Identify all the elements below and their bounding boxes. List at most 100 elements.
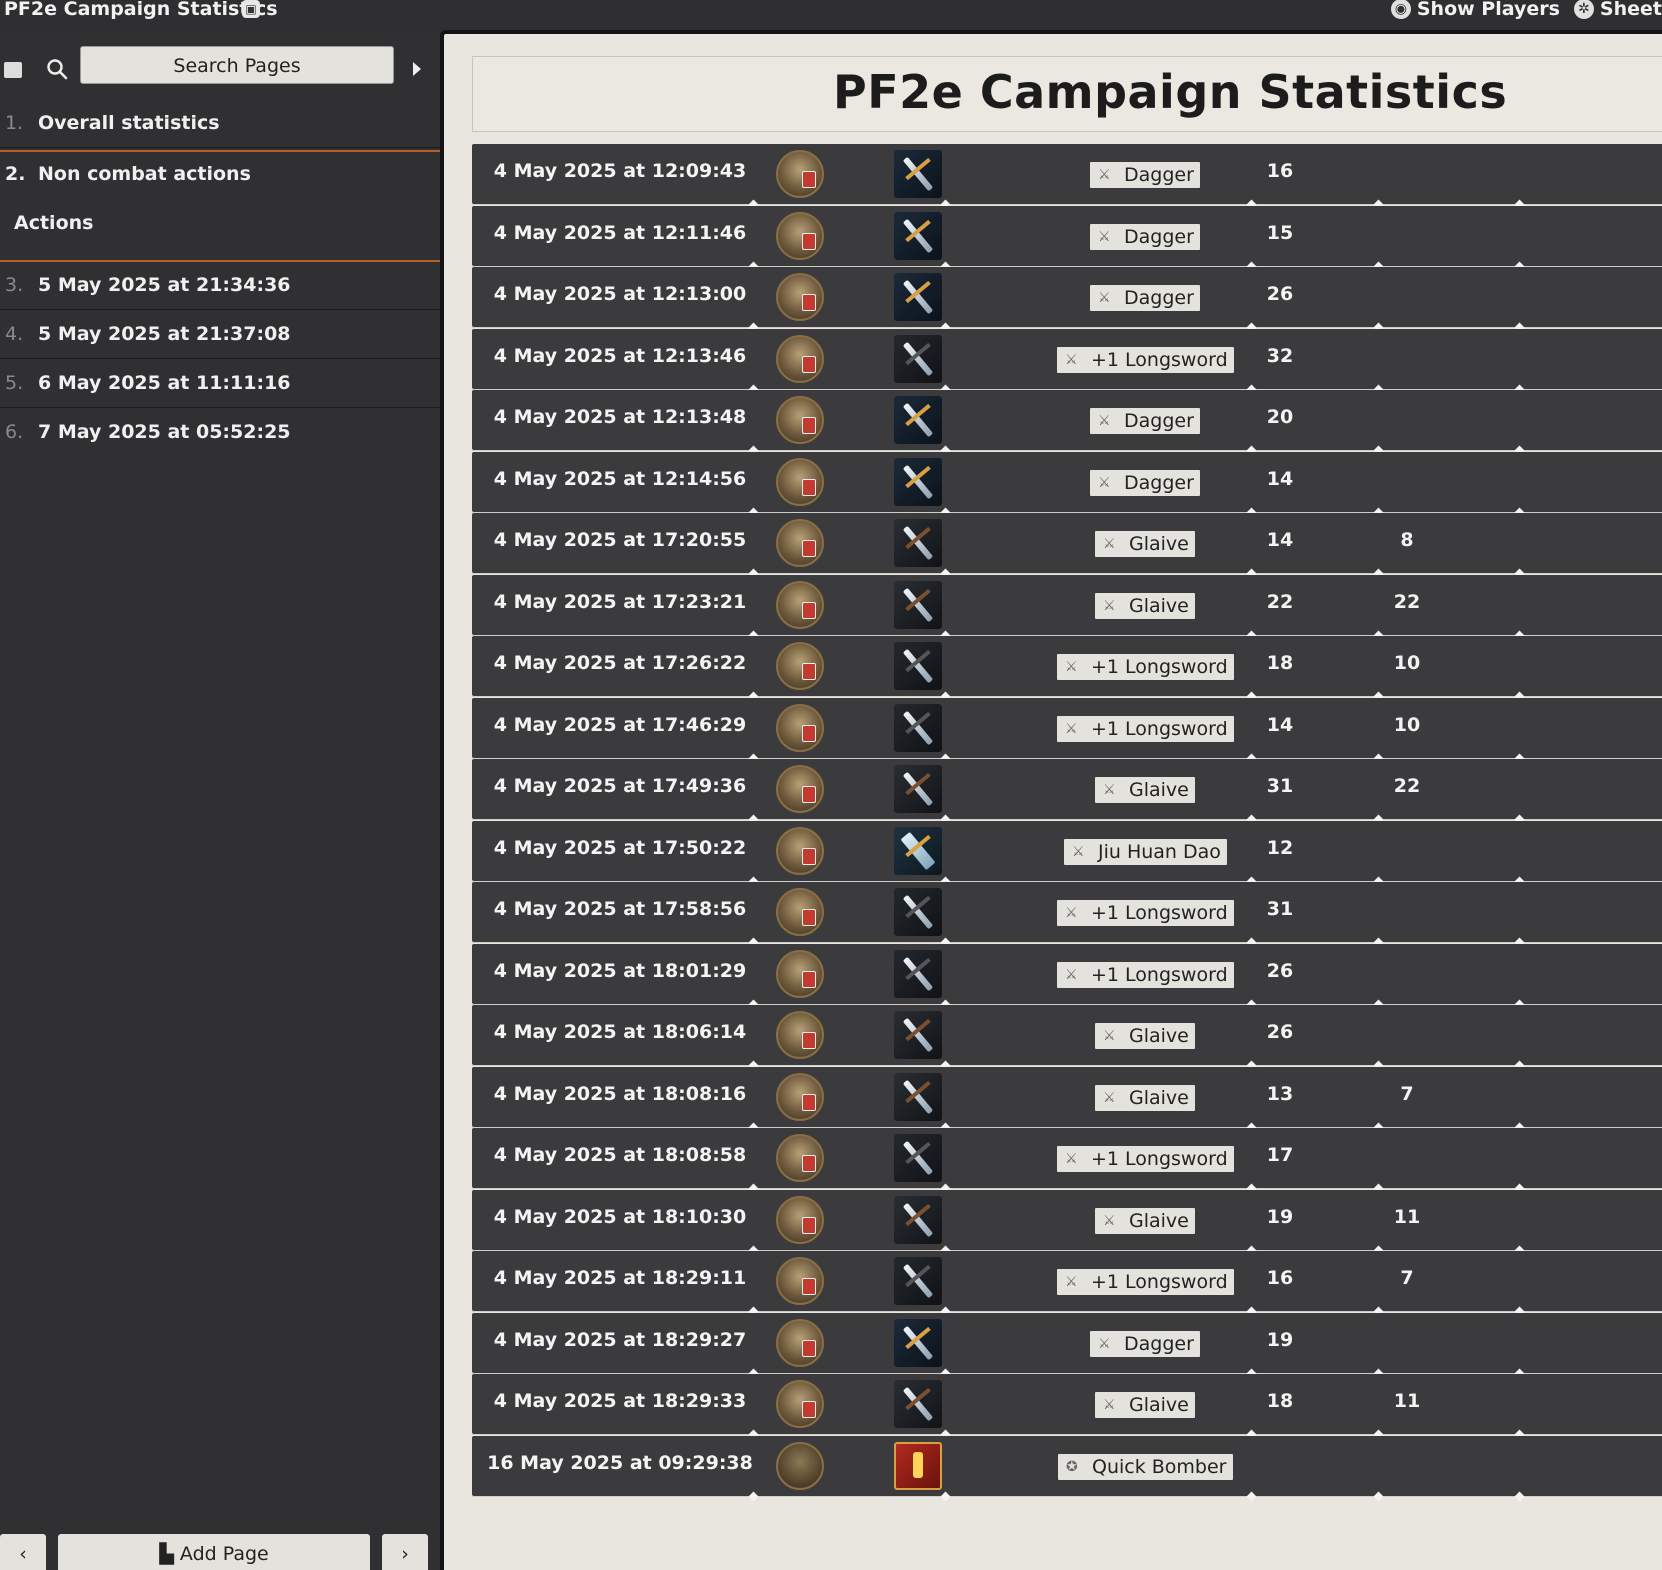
glaive-weapon-icon[interactable]	[894, 1380, 942, 1428]
actor-token-icon[interactable]	[776, 1257, 824, 1305]
glaive-weapon-icon[interactable]	[894, 1073, 942, 1121]
item-link[interactable]: ⚔ +1 Longsword	[1057, 1146, 1234, 1172]
item-name: Dagger	[1124, 1333, 1194, 1355]
glaive-weapon-icon[interactable]	[894, 1011, 942, 1059]
actor-token-icon[interactable]	[776, 396, 824, 444]
item-link[interactable]: ⚔ Dagger	[1090, 162, 1200, 188]
row-date: 4 May 2025 at 18:10:30	[493, 1206, 747, 1228]
item-link[interactable]: ⚔ +1 Longsword	[1057, 962, 1234, 988]
sword-icon: ⚔	[1103, 782, 1116, 798]
search-input[interactable]: Search Pages	[80, 46, 394, 84]
sidebar-item-page-5[interactable]: 5. 6 May 2025 at 11:11:16	[0, 360, 440, 408]
actor-token-icon[interactable]	[776, 827, 824, 875]
actor-token-icon[interactable]	[776, 1442, 824, 1490]
sidebar-item-page-6[interactable]: 6. 7 May 2025 at 05:52:25	[0, 409, 440, 457]
item-name: Glaive	[1129, 595, 1189, 617]
jiu-weapon-icon[interactable]	[894, 827, 942, 875]
item-link[interactable]: ⚔ Dagger	[1090, 285, 1200, 311]
item-link[interactable]: ⚔ Dagger	[1090, 1331, 1200, 1357]
actor-token-icon[interactable]	[776, 581, 824, 629]
item-link[interactable]: ⚔ Dagger	[1090, 408, 1200, 434]
item-link[interactable]: ⚔ Glaive	[1095, 531, 1195, 557]
actor-token-icon[interactable]	[776, 1319, 824, 1367]
actor-token-icon[interactable]	[776, 458, 824, 506]
longsword-weapon-icon[interactable]	[894, 335, 942, 383]
sword-icon: ⚔	[1103, 1213, 1116, 1229]
longsword-weapon-icon[interactable]	[894, 1134, 942, 1182]
sidebar-item-page-3[interactable]: 3. 5 May 2025 at 21:34:36	[0, 262, 440, 310]
item-link[interactable]: ⚔ Glaive	[1095, 1023, 1195, 1049]
item-name: Glaive	[1129, 779, 1189, 801]
item-link[interactable]: ⚔ Dagger	[1090, 470, 1200, 496]
show-players-button[interactable]: ◉ Show Players	[1390, 0, 1560, 20]
actor-token-icon[interactable]	[776, 335, 824, 383]
item-link[interactable]: ⚔ Glaive	[1095, 1208, 1195, 1234]
longsword-weapon-icon[interactable]	[894, 888, 942, 936]
actor-token-icon[interactable]	[776, 1196, 824, 1244]
actor-token-icon[interactable]	[776, 1011, 824, 1059]
actor-token-icon[interactable]	[776, 1073, 824, 1121]
item-link[interactable]: ⚔ Glaive	[1095, 593, 1195, 619]
roll-value: 26	[1266, 283, 1294, 305]
table-row: 4 May 2025 at 18:10:30 ⚔ Glaive 19 11	[472, 1190, 1662, 1250]
item-name: Glaive	[1129, 1210, 1189, 1232]
glaive-weapon-icon[interactable]	[894, 1196, 942, 1244]
actor-token-icon[interactable]	[776, 642, 824, 690]
glaive-weapon-icon[interactable]	[894, 581, 942, 629]
previous-page-button[interactable]: ‹	[0, 1534, 46, 1570]
glaive-weapon-icon[interactable]	[894, 765, 942, 813]
actor-token-icon[interactable]	[776, 273, 824, 321]
actor-token-icon[interactable]	[776, 765, 824, 813]
row-date: 4 May 2025 at 18:29:33	[493, 1390, 747, 1412]
sheet-button[interactable]: ✲ Sheet	[1573, 0, 1662, 20]
journal-list-icon[interactable]	[4, 62, 22, 78]
actor-token-icon[interactable]	[776, 150, 824, 198]
actor-token-icon[interactable]	[776, 212, 824, 260]
sidebar-item-page-4[interactable]: 4. 5 May 2025 at 21:37:08	[0, 311, 440, 359]
next-page-button[interactable]: ›	[382, 1534, 428, 1570]
actor-token-icon[interactable]	[776, 1134, 824, 1182]
item-link[interactable]: ⚔ +1 Longsword	[1057, 716, 1234, 742]
row-separator	[472, 445, 1662, 456]
actor-token-icon[interactable]	[776, 704, 824, 752]
glaive-weapon-icon[interactable]	[894, 519, 942, 567]
actor-token-icon[interactable]	[776, 519, 824, 567]
bomb-weapon-icon[interactable]	[894, 1442, 942, 1490]
longsword-weapon-icon[interactable]	[894, 642, 942, 690]
damage-value: 8	[1400, 529, 1414, 551]
item-link[interactable]: ⚔ Dagger	[1090, 224, 1200, 250]
dagger-weapon-icon[interactable]	[894, 212, 942, 260]
actor-token-icon[interactable]	[776, 888, 824, 936]
sidebar-item-non-combat-actions[interactable]: 2. Non combat actions	[0, 151, 440, 199]
longsword-weapon-icon[interactable]	[894, 704, 942, 752]
dagger-weapon-icon[interactable]	[894, 273, 942, 321]
item-link[interactable]: ⚔ +1 Longsword	[1057, 1269, 1234, 1295]
dagger-weapon-icon[interactable]	[894, 396, 942, 444]
dagger-weapon-icon[interactable]	[894, 458, 942, 506]
roll-value: 16	[1266, 1267, 1294, 1289]
longsword-weapon-icon[interactable]	[894, 1257, 942, 1305]
search-icon[interactable]	[46, 58, 68, 80]
actor-token-icon[interactable]	[776, 1380, 824, 1428]
row-separator	[472, 322, 1662, 333]
item-link[interactable]: ⚔ Glaive	[1095, 777, 1195, 803]
sidebar-item-overall-statistics[interactable]: 1. Overall statistics	[0, 100, 440, 148]
item-link[interactable]: ⚔ Glaive	[1095, 1085, 1195, 1111]
row-date: 4 May 2025 at 18:08:16	[493, 1083, 747, 1105]
sidebar-sub-heading-actions[interactable]: Actions	[14, 212, 93, 234]
dagger-weapon-icon[interactable]	[894, 1319, 942, 1367]
add-page-button[interactable]: ▙ Add Page	[58, 1534, 370, 1570]
collapse-arrow-icon[interactable]	[413, 62, 421, 76]
item-link[interactable]: ⚔ +1 Longsword	[1057, 900, 1234, 926]
nav-number: 6.	[5, 421, 24, 443]
actor-token-icon[interactable]	[776, 950, 824, 998]
journal-badge-icon[interactable]: ▣	[242, 0, 260, 18]
sword-icon: ⚔	[1098, 229, 1111, 245]
item-link[interactable]: ⚔ Glaive	[1095, 1392, 1195, 1418]
item-link[interactable]: ⚔ Jiu Huan Dao	[1064, 839, 1227, 865]
longsword-weapon-icon[interactable]	[894, 950, 942, 998]
item-link[interactable]: ✪ Quick Bomber	[1058, 1454, 1233, 1480]
dagger-weapon-icon[interactable]	[894, 150, 942, 198]
item-link[interactable]: ⚔ +1 Longsword	[1057, 654, 1234, 680]
item-link[interactable]: ⚔ +1 Longsword	[1057, 347, 1234, 373]
